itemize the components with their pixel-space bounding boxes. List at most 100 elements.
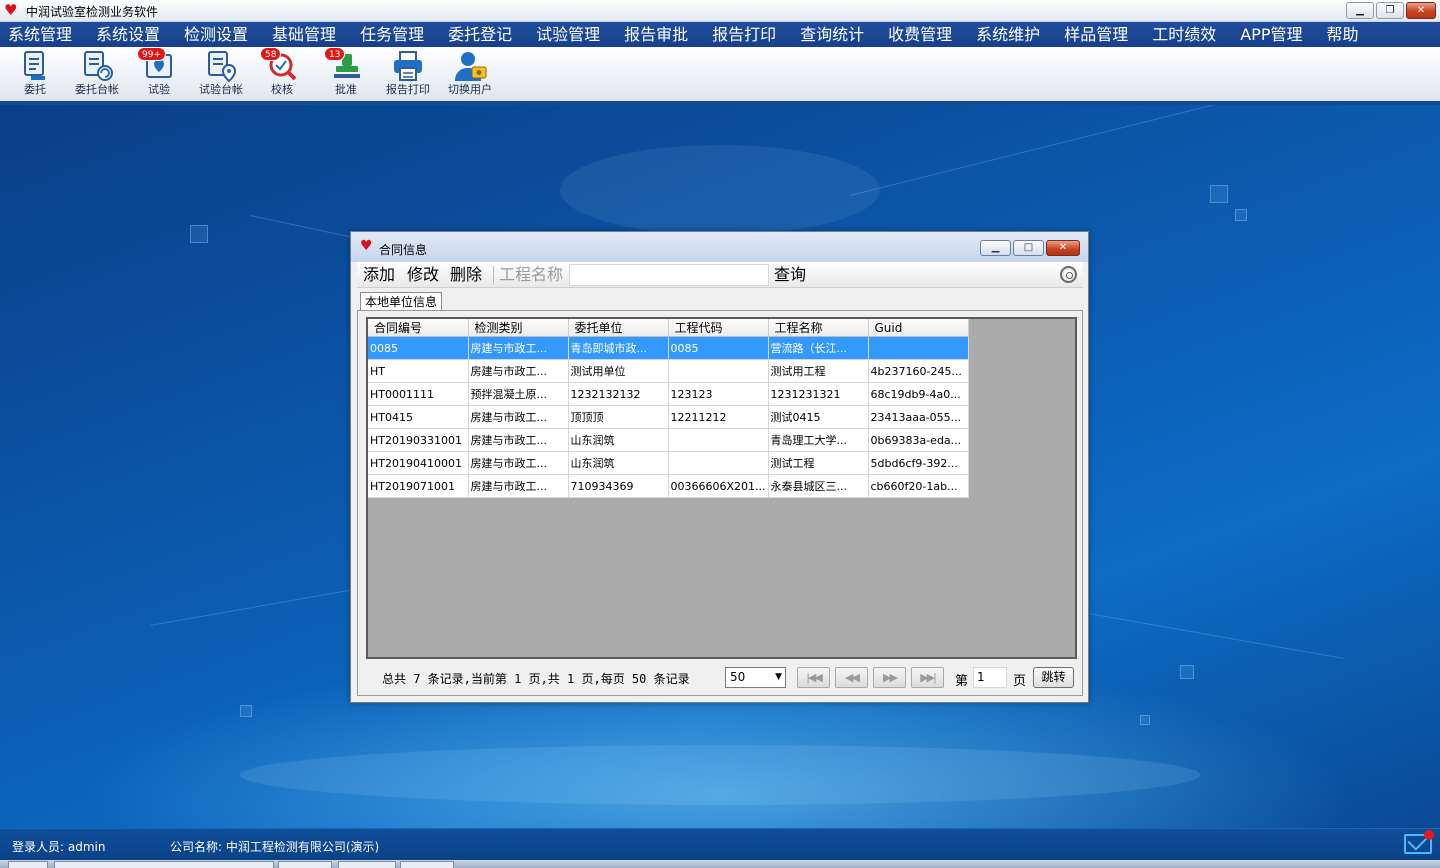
toolbar-switch-user-button[interactable]: 切换用户: [440, 49, 500, 99]
table-cell: 房建与市政工...: [468, 405, 569, 429]
user-switch-icon: [452, 49, 488, 83]
menu-query-stats[interactable]: 查询统计: [798, 23, 866, 47]
page-size-select[interactable]: 50 ▼: [725, 667, 786, 688]
prev-page-button[interactable]: ◀◀: [835, 667, 868, 688]
table-cell: [868, 336, 969, 360]
window-controls: ▁ ❐ ✕: [1346, 2, 1436, 19]
toolbar-approve-button[interactable]: 13 批准: [316, 47, 376, 99]
test-badge: 99+: [137, 47, 166, 61]
menu-work-performance[interactable]: 工时绩效: [1150, 23, 1218, 47]
add-button[interactable]: 添加: [363, 265, 395, 285]
next-page-button[interactable]: ▶▶: [873, 667, 906, 688]
table-cell: 顶顶顶: [568, 405, 669, 429]
tab-local-unit-info[interactable]: 本地单位信息: [360, 292, 443, 311]
toolbar-review-button[interactable]: 58 校核: [252, 47, 312, 99]
menu-report-approval[interactable]: 报告审批: [622, 23, 690, 47]
page-number-input[interactable]: 1: [973, 667, 1007, 688]
toolbar-test-button[interactable]: 99+ 试验: [129, 47, 189, 99]
table-cell: 青岛理工大学...: [768, 428, 869, 452]
table-row[interactable]: 0085 房建与市政工... 青岛即城市政... 0085 营流路（长江...: [368, 336, 969, 360]
column-header[interactable]: Guid: [868, 319, 969, 337]
table-cell: 1231231321: [768, 382, 869, 406]
os-taskbar: [0, 860, 1440, 868]
toolbar-commission-button[interactable]: 委托: [5, 49, 65, 99]
menu-system-maintenance[interactable]: 系统维护: [974, 23, 1042, 47]
column-header[interactable]: 委托单位: [568, 319, 669, 337]
menu-help[interactable]: 帮助: [1324, 23, 1360, 47]
edit-button[interactable]: 修改: [407, 265, 439, 285]
taskbar-item[interactable]: [54, 861, 274, 868]
table-row[interactable]: HT0415 房建与市政工... 顶顶顶 12211212 测试0415 234…: [368, 405, 969, 429]
table-row[interactable]: HT20190331001 房建与市政工... 山东润筑 青岛理工大学... 0…: [368, 428, 969, 452]
table-cell: 0b69383a-eda...: [868, 428, 969, 452]
toolbar-test-ledger-button[interactable]: 试验台帐: [191, 49, 251, 99]
toolbar-commission-ledger-button[interactable]: 委托台帐: [67, 49, 127, 99]
table-cell: 0085: [368, 336, 469, 360]
restore-button[interactable]: ❐: [1376, 2, 1404, 19]
table-row[interactable]: HT0001111 预拌混凝土原... 1232132132 123123 12…: [368, 382, 969, 406]
menu-task-manage[interactable]: 任务管理: [358, 23, 426, 47]
toolbar-separator: [493, 266, 494, 284]
stamp-icon: 13: [324, 47, 364, 83]
dialog-maximize-button[interactable]: □: [1013, 240, 1044, 256]
menu-app-manage[interactable]: APP管理: [1238, 23, 1304, 47]
menu-commission-register[interactable]: 委托登记: [446, 23, 514, 47]
prev-page-icon: ◀◀: [845, 671, 860, 684]
review-badge: 58: [260, 47, 282, 61]
first-page-button[interactable]: |◀◀: [797, 667, 830, 688]
menu-report-print[interactable]: 报告打印: [710, 23, 778, 47]
table-cell: HT20190331001: [368, 428, 469, 452]
close-button[interactable]: ✕: [1406, 2, 1436, 19]
company-name: 公司名称: 中润工程检测有限公司(演示): [170, 840, 380, 854]
last-page-button[interactable]: ▶▶|: [911, 667, 944, 688]
column-header[interactable]: 合同编号: [368, 319, 469, 337]
table-row[interactable]: HT 房建与市政工... 测试用单位 测试用工程 4b237160-245...: [368, 359, 969, 383]
project-name-input[interactable]: [569, 264, 769, 286]
dialog-title: 合同信息: [379, 243, 428, 257]
main-menu-bar: 系统管理 系统设置 检测设置 基础管理 任务管理 委托登记 试验管理 报告审批 …: [0, 22, 1440, 47]
taskbar-item[interactable]: [400, 861, 454, 868]
menu-test-manage[interactable]: 试验管理: [534, 23, 602, 47]
magnifier-check-icon: 58: [260, 47, 300, 83]
page-prefix-label: 第: [955, 674, 969, 689]
start-button[interactable]: [8, 861, 48, 868]
menu-test-settings[interactable]: 检测设置: [182, 23, 250, 47]
contract-grid: 合同编号 检测类别 委托单位 工程代码 工程名称 Guid 0085 房建与市政…: [366, 317, 1077, 659]
heart-icon: ♥: [360, 238, 373, 254]
toolbar-report-print-button[interactable]: 报告打印: [378, 49, 438, 99]
table-row[interactable]: HT20190410001 房建与市政工... 山东润筑 测试工程 5dbd6c…: [368, 451, 969, 475]
document-location-icon: [203, 49, 239, 83]
mail-icon[interactable]: [1404, 830, 1434, 854]
table-cell: 房建与市政工...: [468, 451, 569, 475]
column-header[interactable]: 工程代码: [668, 319, 769, 337]
menu-system-settings[interactable]: 系统设置: [94, 23, 162, 47]
page-suffix-label: 页: [1013, 674, 1027, 689]
table-row[interactable]: HT2019071001 房建与市政工... 710934369 0036660…: [368, 474, 969, 498]
search-icon[interactable]: [1060, 266, 1077, 283]
menu-base-manage[interactable]: 基础管理: [270, 23, 338, 47]
minimize-button[interactable]: ▁: [1346, 2, 1374, 19]
table-cell: 68c19db9-4a0...: [868, 382, 969, 406]
column-header[interactable]: 工程名称: [768, 319, 869, 337]
table-cell: HT20190410001: [368, 451, 469, 475]
taskbar-item[interactable]: [278, 861, 332, 868]
first-page-icon: |◀◀: [806, 671, 823, 684]
delete-button[interactable]: 删除: [450, 265, 482, 285]
jump-button[interactable]: 跳转: [1033, 667, 1074, 688]
table-cell: 预拌混凝土原...: [468, 382, 569, 406]
table-cell: 1232132132: [568, 382, 669, 406]
taskbar-item[interactable]: [338, 861, 396, 868]
table-cell: 测试工程: [768, 451, 869, 475]
column-header[interactable]: 检测类别: [468, 319, 569, 337]
menu-fee-manage[interactable]: 收费管理: [886, 23, 954, 47]
table-cell: 测试0415: [768, 405, 869, 429]
dialog-close-button[interactable]: ✕: [1046, 240, 1080, 256]
table-cell: 房建与市政工...: [468, 336, 569, 360]
dialog-minimize-button[interactable]: ▁: [980, 240, 1011, 256]
menu-system-manage[interactable]: 系统管理: [6, 23, 74, 47]
window-title: 中润试验室检测业务软件: [26, 5, 159, 19]
menu-sample-manage[interactable]: 样品管理: [1062, 23, 1130, 47]
dialog-controls: ▁ □ ✕: [980, 240, 1080, 256]
approve-badge: 13: [324, 47, 346, 61]
query-button[interactable]: 查询: [774, 265, 806, 285]
